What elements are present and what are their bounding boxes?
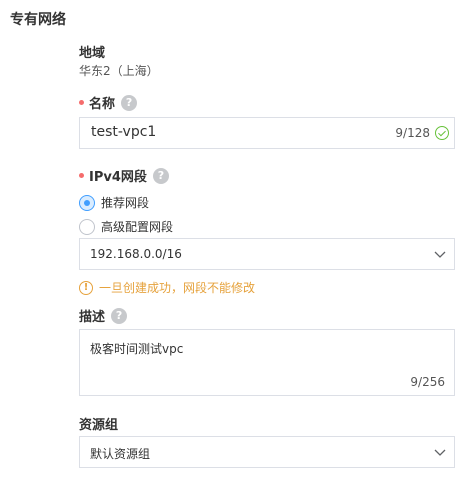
resource-group-label-text: 资源组 <box>79 418 119 433</box>
name-input[interactable]: test-vpc1 9/128 <box>79 117 455 149</box>
description-value[interactable]: 极客时间测试vpc <box>90 340 183 357</box>
resource-group-value[interactable]: 默认资源组 <box>90 445 150 462</box>
radio-button[interactable] <box>79 218 95 235</box>
help-icon[interactable]: ? <box>121 94 138 111</box>
radio-recommended[interactable]: 推荐网段 <box>79 194 149 211</box>
name-input-value[interactable]: test-vpc1 <box>91 124 156 140</box>
region-value: 华东2（上海） <box>79 64 159 78</box>
radio-recommended-label[interactable]: 推荐网段 <box>101 194 149 211</box>
radio-button-checked[interactable] <box>79 194 95 211</box>
radio-advanced[interactable]: 高级配置网段 <box>79 218 173 235</box>
cidr-warning: ! 一旦创建成功，网段不能修改 <box>79 279 255 296</box>
ipv4-label: IPv4网段 ? <box>79 166 169 185</box>
help-icon[interactable]: ? <box>152 167 169 184</box>
ipv4-cidr-select[interactable]: 192.168.0.0/16 <box>79 238 455 270</box>
radio-advanced-label[interactable]: 高级配置网段 <box>101 218 173 235</box>
region-label-text: 地域 <box>79 46 106 61</box>
name-label: 名称 ? <box>79 93 138 112</box>
warning-icon: ! <box>79 280 93 295</box>
region-label: 地域 <box>79 42 105 61</box>
resource-group-select[interactable]: 默认资源组 <box>79 436 455 468</box>
ipv4-cidr-value[interactable]: 192.168.0.0/16 <box>90 247 182 261</box>
name-char-count: 9/128 <box>395 126 430 140</box>
check-circle-icon <box>435 126 449 140</box>
description-label: 描述 ? <box>79 306 128 325</box>
description-label-text: 描述 <box>79 310 106 325</box>
chevron-down-icon[interactable] <box>433 247 447 261</box>
ipv4-label-text: IPv4网段 <box>89 170 147 185</box>
name-label-text: 名称 <box>89 97 116 112</box>
description-char-count: 9/256 <box>410 375 445 389</box>
chevron-down-icon[interactable] <box>433 445 447 459</box>
required-dot <box>79 173 84 178</box>
description-textarea[interactable]: 极客时间测试vpc 9/256 <box>79 329 455 396</box>
section-title: 专有网络 <box>10 12 66 28</box>
help-icon[interactable]: ? <box>111 307 128 324</box>
cidr-warning-text: 一旦创建成功，网段不能修改 <box>99 281 256 295</box>
required-dot <box>79 100 84 105</box>
resource-group-label: 资源组 <box>79 414 118 433</box>
